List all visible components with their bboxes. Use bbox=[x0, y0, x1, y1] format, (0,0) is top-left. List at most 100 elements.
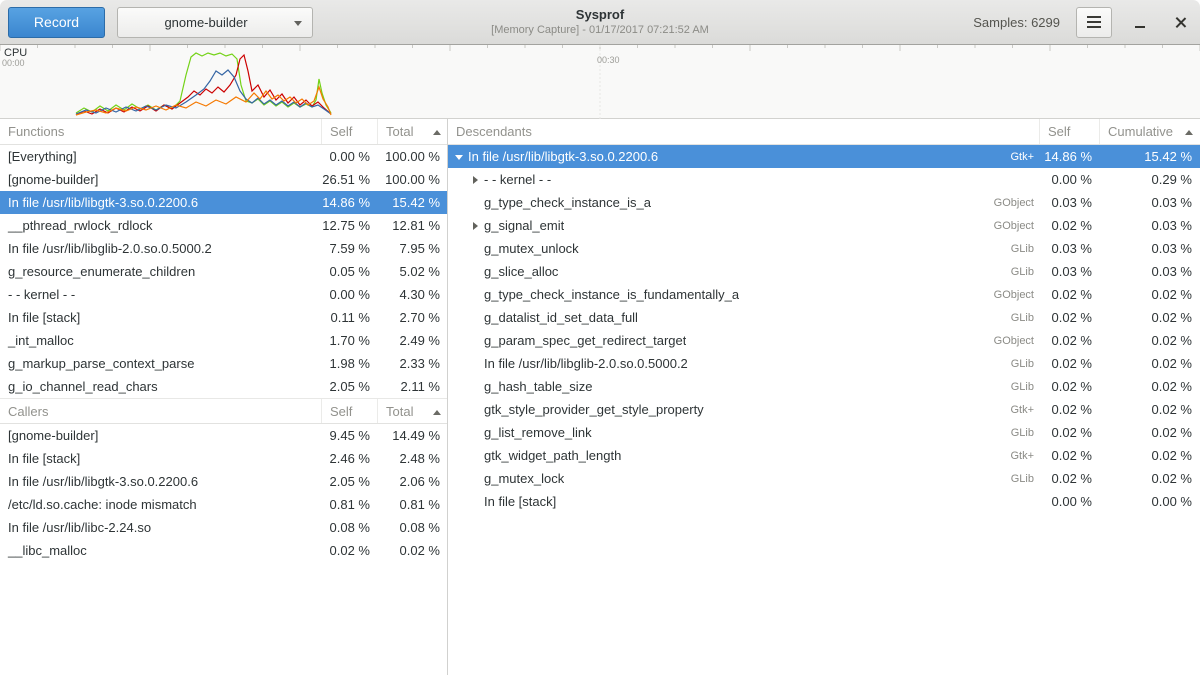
row-cumulative-percent: 0.02 % bbox=[1100, 379, 1200, 394]
tree-row[interactable]: In file /usr/lib/libgtk-3.so.0.2200.6Gtk… bbox=[448, 145, 1200, 168]
table-row[interactable]: [gnome-builder]9.45 %14.49 % bbox=[0, 424, 447, 447]
column-header-descendants[interactable]: Descendants bbox=[448, 119, 1040, 144]
row-self-percent: 0.02 % bbox=[1040, 425, 1100, 440]
table-row[interactable]: __pthread_rwlock_rdlock12.75 %12.81 % bbox=[0, 214, 447, 237]
table-row[interactable]: - - kernel - -0.00 %4.30 % bbox=[0, 283, 447, 306]
tree-row[interactable]: g_list_remove_linkGLib0.02 %0.02 % bbox=[448, 421, 1200, 444]
tree-indent bbox=[448, 432, 469, 433]
minimize-button[interactable] bbox=[1128, 7, 1152, 38]
tree-row[interactable]: g_slice_allocGLib0.03 %0.03 % bbox=[448, 260, 1200, 283]
column-header-self[interactable]: Self bbox=[1040, 119, 1100, 144]
table-row[interactable]: g_markup_parse_context_parse1.98 %2.33 % bbox=[0, 352, 447, 375]
row-function-name: In file [stack] bbox=[0, 310, 322, 325]
row-self-percent: 2.05 % bbox=[322, 474, 378, 489]
column-header-cumulative[interactable]: Cumulative bbox=[1100, 119, 1200, 144]
column-header-self[interactable]: Self bbox=[322, 119, 378, 144]
row-descendant-name-cell: In file [stack] bbox=[448, 494, 1040, 509]
expander-spacer bbox=[469, 265, 482, 278]
table-row[interactable]: In file /usr/lib/libgtk-3.so.0.2200.62.0… bbox=[0, 470, 447, 493]
row-total-percent: 0.02 % bbox=[378, 543, 448, 558]
table-row[interactable]: In file [stack]0.11 %2.70 % bbox=[0, 306, 447, 329]
close-button[interactable] bbox=[1168, 7, 1192, 38]
table-row[interactable]: In file /usr/lib/libglib-2.0.so.0.5000.2… bbox=[0, 237, 447, 260]
row-descendant-name: In file /usr/lib/libgtk-3.so.0.2200.6 bbox=[468, 149, 658, 164]
tree-row[interactable]: g_datalist_id_set_data_fullGLib0.02 %0.0… bbox=[448, 306, 1200, 329]
process-selector-dropdown[interactable]: gnome-builder bbox=[117, 7, 313, 38]
menu-button[interactable] bbox=[1076, 7, 1112, 38]
tree-row[interactable]: gtk_widget_path_lengthGtk+0.02 %0.02 % bbox=[448, 444, 1200, 467]
row-library-category: GLib bbox=[1003, 266, 1040, 278]
row-total-percent: 12.81 % bbox=[378, 218, 448, 233]
row-cumulative-percent: 0.02 % bbox=[1100, 287, 1200, 302]
row-cumulative-percent: 0.02 % bbox=[1100, 333, 1200, 348]
table-row[interactable]: g_resource_enumerate_children0.05 %5.02 … bbox=[0, 260, 447, 283]
table-row[interactable]: [gnome-builder]26.51 %100.00 % bbox=[0, 168, 447, 191]
row-descendant-name-cell: g_signal_emitGObject bbox=[448, 218, 1040, 233]
table-row[interactable]: __libc_malloc0.02 %0.02 % bbox=[0, 539, 447, 562]
row-self-percent: 0.00 % bbox=[1040, 494, 1100, 509]
table-row[interactable]: In file /usr/lib/libgtk-3.so.0.2200.614.… bbox=[0, 191, 447, 214]
functions-panel: Functions Self Total [Everything]0.00 %1… bbox=[0, 119, 448, 675]
tree-row[interactable]: In file [stack]0.00 %0.00 % bbox=[448, 490, 1200, 513]
row-total-percent: 2.70 % bbox=[378, 310, 448, 325]
expand-expander-icon[interactable] bbox=[469, 173, 482, 186]
table-row[interactable]: [Everything]0.00 %100.00 % bbox=[0, 145, 447, 168]
tree-row[interactable]: - - kernel - -0.00 %0.29 % bbox=[448, 168, 1200, 191]
column-header-self[interactable]: Self bbox=[322, 399, 378, 423]
row-descendant-name: gtk_style_provider_get_style_property bbox=[484, 402, 704, 417]
table-row[interactable]: /etc/ld.so.cache: inode mismatch0.81 %0.… bbox=[0, 493, 447, 516]
row-cumulative-percent: 0.02 % bbox=[1100, 310, 1200, 325]
row-descendant-name: g_mutex_unlock bbox=[484, 241, 579, 256]
row-cumulative-percent: 15.42 % bbox=[1100, 149, 1200, 164]
row-total-percent: 15.42 % bbox=[378, 195, 448, 210]
column-header-functions[interactable]: Functions bbox=[0, 119, 322, 144]
table-row[interactable]: In file /usr/lib/libc-2.24.so0.08 %0.08 … bbox=[0, 516, 447, 539]
cpu-timeline-graph[interactable]: CPU 00:00 00:30 bbox=[0, 45, 1200, 119]
table-row[interactable]: _int_malloc1.70 %2.49 % bbox=[0, 329, 447, 352]
row-total-percent: 0.08 % bbox=[378, 520, 448, 535]
row-library-category: GObject bbox=[986, 197, 1040, 209]
row-descendant-name-cell: g_mutex_lockGLib bbox=[448, 471, 1040, 486]
row-self-percent: 0.03 % bbox=[1040, 241, 1100, 256]
row-total-percent: 2.49 % bbox=[378, 333, 448, 348]
expander-spacer bbox=[469, 472, 482, 485]
row-descendant-name: g_type_check_instance_is_a bbox=[484, 195, 651, 210]
column-header-callers[interactable]: Callers bbox=[0, 399, 322, 423]
window-title-block: Sysprof [Memory Capture] - 01/17/2017 07… bbox=[491, 7, 709, 36]
tree-row[interactable]: gtk_style_provider_get_style_propertyGtk… bbox=[448, 398, 1200, 421]
tree-row[interactable]: g_param_spec_get_redirect_targetGObject0… bbox=[448, 329, 1200, 352]
row-function-name: In file /usr/lib/libc-2.24.so bbox=[0, 520, 322, 535]
tree-row[interactable]: g_hash_table_sizeGLib0.02 %0.02 % bbox=[448, 375, 1200, 398]
process-selector-label: gnome-builder bbox=[164, 15, 247, 30]
column-header-total[interactable]: Total bbox=[378, 399, 448, 423]
record-button[interactable]: Record bbox=[8, 7, 105, 38]
row-function-name: __libc_malloc bbox=[0, 543, 322, 558]
menu-icon bbox=[1087, 16, 1101, 28]
row-total-percent: 2.06 % bbox=[378, 474, 448, 489]
table-row[interactable]: g_io_channel_read_chars2.05 %2.11 % bbox=[0, 375, 447, 398]
column-header-label: Cumulative bbox=[1108, 124, 1173, 139]
row-function-name: [gnome-builder] bbox=[0, 428, 322, 443]
tree-row[interactable]: g_signal_emitGObject0.02 %0.03 % bbox=[448, 214, 1200, 237]
expand-expander-icon[interactable] bbox=[469, 219, 482, 232]
tree-row[interactable]: g_mutex_unlockGLib0.03 %0.03 % bbox=[448, 237, 1200, 260]
row-cumulative-percent: 0.02 % bbox=[1100, 471, 1200, 486]
row-total-percent: 100.00 % bbox=[378, 172, 448, 187]
row-self-percent: 0.00 % bbox=[322, 287, 378, 302]
row-descendant-name: g_datalist_id_set_data_full bbox=[484, 310, 638, 325]
expander-spacer bbox=[469, 380, 482, 393]
row-function-name: In file /usr/lib/libglib-2.0.so.0.5000.2 bbox=[0, 241, 322, 256]
row-total-percent: 4.30 % bbox=[378, 287, 448, 302]
samples-count-label: Samples: 6299 bbox=[973, 15, 1060, 30]
tree-row[interactable]: In file /usr/lib/libglib-2.0.so.0.5000.2… bbox=[448, 352, 1200, 375]
column-header-label: Total bbox=[386, 404, 413, 419]
tree-row[interactable]: g_type_check_instance_is_aGObject0.03 %0… bbox=[448, 191, 1200, 214]
column-header-total[interactable]: Total bbox=[378, 119, 448, 144]
row-total-percent: 5.02 % bbox=[378, 264, 448, 279]
table-row[interactable]: In file [stack]2.46 %2.48 % bbox=[0, 447, 447, 470]
tree-row[interactable]: g_type_check_instance_is_fundamentally_a… bbox=[448, 283, 1200, 306]
row-descendant-name-cell: - - kernel - - bbox=[448, 172, 1040, 187]
collapse-expander-icon[interactable] bbox=[453, 150, 466, 163]
row-self-percent: 7.59 % bbox=[322, 241, 378, 256]
tree-row[interactable]: g_mutex_lockGLib0.02 %0.02 % bbox=[448, 467, 1200, 490]
